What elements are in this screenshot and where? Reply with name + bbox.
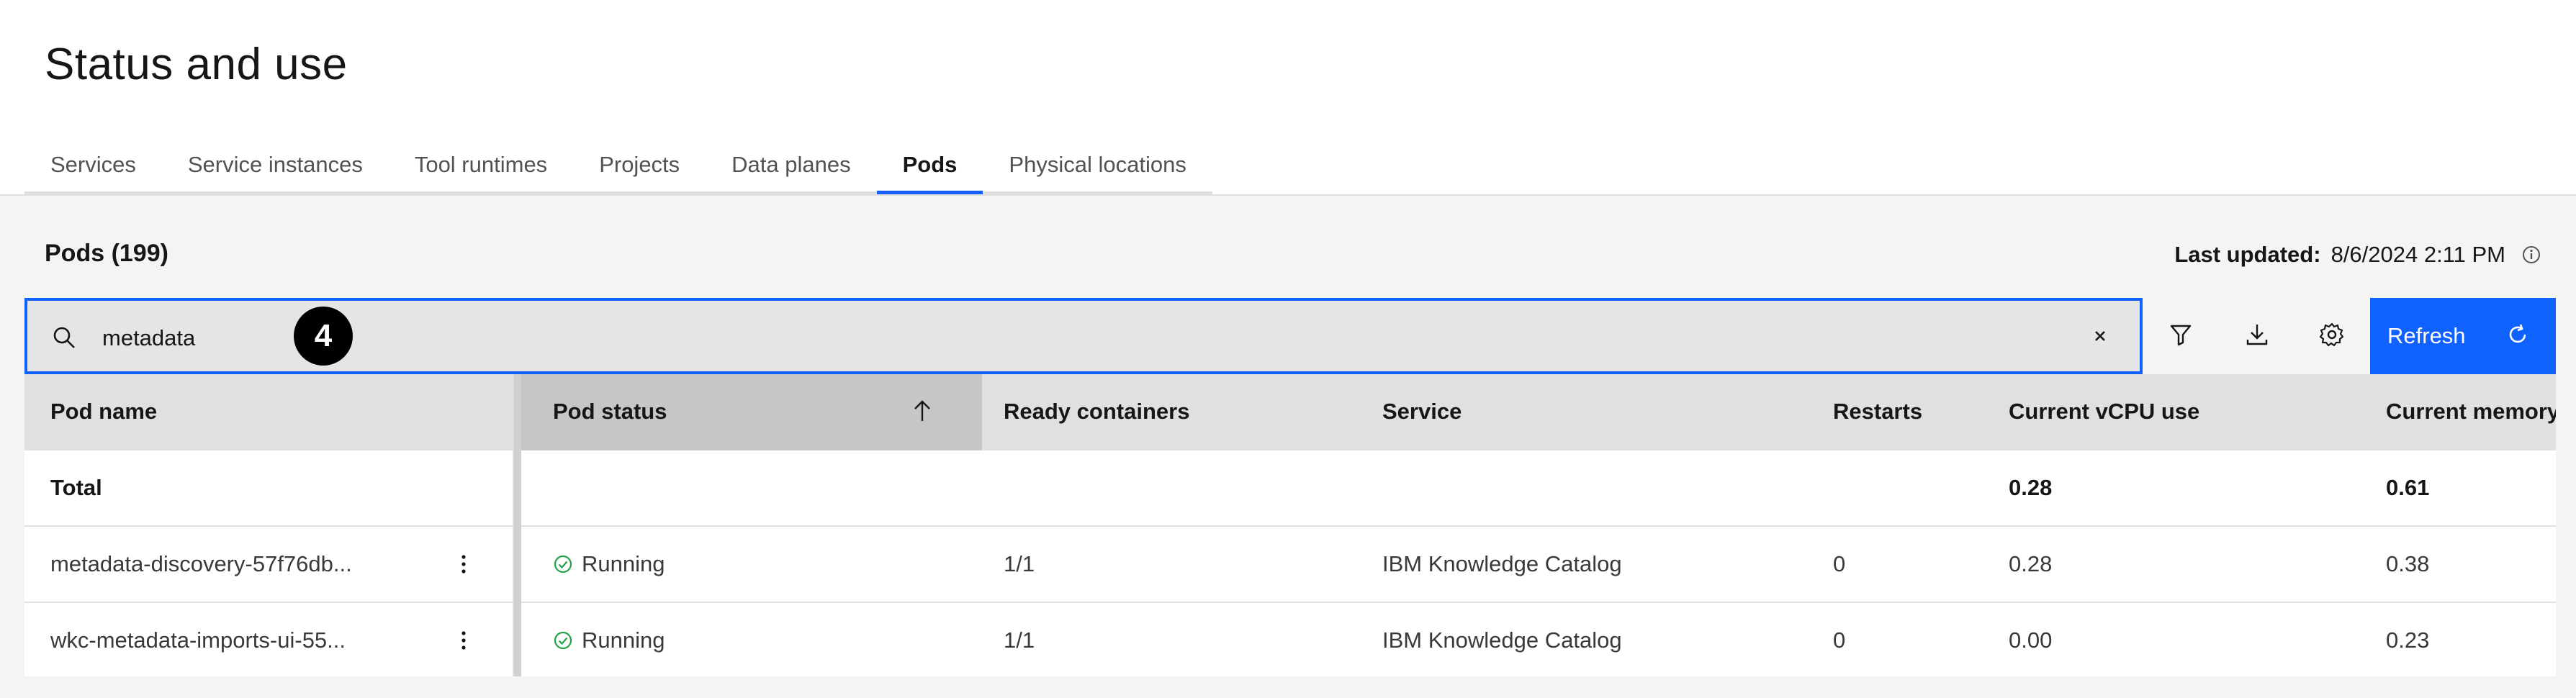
search-icon [52, 325, 76, 353]
tab-services[interactable]: Services [24, 138, 162, 194]
page-header: Status and use Services Service instance… [0, 0, 2576, 196]
column-header-ready-containers[interactable]: Ready containers [1004, 374, 1189, 449]
restarts-cell: 0 [1833, 627, 1846, 653]
ready-containers-cell: 1/1 [1004, 551, 1035, 576]
pod-status-cell: Running [553, 527, 665, 602]
column-header-service[interactable]: Service [1382, 374, 1462, 449]
total-memory: 0.61 [2386, 475, 2430, 500]
table-row[interactable]: wkc-metadata-imports-ui-55... Running 1/… [24, 603, 2556, 676]
step-badge: 4 [294, 307, 353, 366]
last-updated-label: Last updated: [2174, 242, 2321, 267]
download-icon [2245, 322, 2269, 350]
pod-status-cell: Running [553, 603, 665, 676]
table-row[interactable]: metadata-discovery-57f76db... Running 1/… [24, 527, 2556, 603]
memory-cell: 0.38 [2386, 551, 2430, 576]
restarts-cell: 0 [1833, 551, 1846, 576]
filter-icon [2169, 322, 2193, 350]
filter-button[interactable] [2143, 298, 2219, 374]
table-total-row: Total 0.28 0.61 [24, 450, 2556, 527]
memory-cell: 0.23 [2386, 627, 2430, 653]
total-vcpu: 0.28 [2009, 475, 2053, 500]
pods-table: Pod name Pod status Ready containers Ser… [24, 374, 2556, 676]
table-header-row: Pod name Pod status Ready containers Ser… [24, 374, 2556, 450]
download-button[interactable] [2219, 298, 2295, 374]
pod-status-text: Running [582, 627, 665, 653]
column-header-restarts[interactable]: Restarts [1833, 374, 1922, 449]
last-updated-value: 8/6/2024 2:11 PM [2330, 242, 2505, 267]
settings-icon [2319, 322, 2345, 351]
vcpu-cell: 0.28 [2009, 551, 2053, 576]
total-label: Total [50, 475, 102, 500]
pod-name-cell[interactable]: wkc-metadata-imports-ui-55... [50, 603, 346, 676]
checkmark-outline-icon [553, 554, 573, 574]
column-resize-divider[interactable] [514, 374, 521, 676]
section-heading: Pods (199) [45, 240, 168, 267]
tab-data-planes[interactable]: Data planes [706, 138, 877, 194]
tab-service-instances[interactable]: Service instances [161, 138, 389, 194]
tab-physical-locations[interactable]: Physical locations [983, 138, 1212, 194]
refresh-icon [2505, 322, 2530, 353]
column-header-current-vcpu-use[interactable]: Current vCPU use [2009, 374, 2199, 449]
service-cell: IBM Knowledge Catalog [1382, 551, 1622, 576]
ready-containers-cell: 1/1 [1004, 627, 1035, 653]
page-title: Status and use [45, 40, 348, 89]
column-header-current-memory[interactable]: Current memory [2386, 374, 2556, 449]
pod-status-text: Running [582, 551, 665, 576]
refresh-label: Refresh [2387, 323, 2466, 348]
tab-tool-runtimes[interactable]: Tool runtimes [388, 138, 574, 194]
overflow-menu-icon[interactable] [459, 629, 468, 656]
tab-pods[interactable]: Pods [876, 138, 983, 194]
column-header-pod-status[interactable]: Pod status [553, 374, 667, 449]
service-cell: IBM Knowledge Catalog [1382, 627, 1622, 653]
tab-projects[interactable]: Projects [573, 138, 706, 194]
vcpu-cell: 0.00 [2009, 627, 2053, 653]
refresh-button[interactable]: Refresh [2370, 298, 2556, 374]
overflow-menu-icon[interactable] [459, 553, 468, 579]
tab-bar: Services Service instances Tool runtimes… [24, 138, 1212, 194]
info-icon[interactable] [2521, 245, 2541, 265]
column-header-pod-name[interactable]: Pod name [50, 374, 157, 449]
settings-button[interactable] [2294, 298, 2370, 374]
search-field[interactable]: metadata 4 [24, 298, 2143, 374]
pod-name-cell[interactable]: metadata-discovery-57f76db... [50, 527, 352, 602]
last-updated: Last updated: 8/6/2024 2:11 PM [2174, 242, 2541, 268]
search-input[interactable]: metadata [102, 325, 195, 351]
arrow-up-icon[interactable] [910, 399, 935, 427]
checkmark-outline-icon [553, 630, 573, 651]
close-icon[interactable] [2089, 325, 2111, 350]
